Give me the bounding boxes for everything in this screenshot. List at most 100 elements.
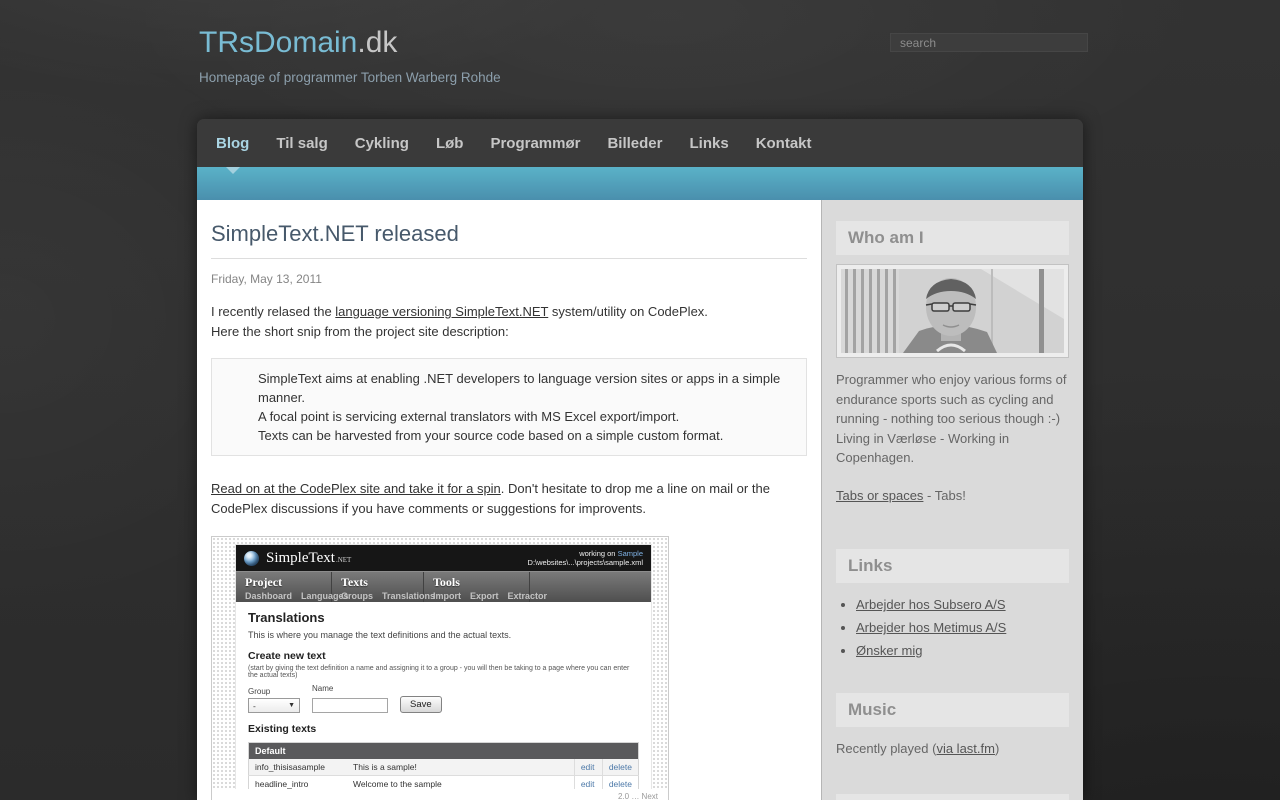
app-menu-texts: Texts Groups Translations: [332, 572, 435, 602]
quote-line: A focal point is servicing external tran…: [258, 409, 680, 424]
quote-line: Texts can be harvested from your source …: [258, 428, 724, 443]
simpletext-codeplex-link[interactable]: language versioning SimpleText.NET: [335, 304, 548, 319]
app-save-button: Save: [400, 696, 442, 713]
table-row: headline_intro Welcome to the sample edit d…: [248, 775, 639, 789]
site-title-suffix: .dk: [357, 26, 398, 59]
read-on-paragraph: Read on at the CodePlex site and take it…: [211, 479, 807, 518]
main-nav: Blog Til salg Cykling Løb Programmør Billeder…: [197, 119, 1083, 167]
app-menu-project: Project Dashboard Languages: [236, 572, 349, 602]
app-brand: SimpleText.NET: [266, 549, 352, 566]
app-name-label: Name: [312, 684, 334, 693]
project-description-quote: SimpleText aims at enabling .NET develop…: [211, 358, 807, 456]
site-tagline: Homepage of programmer Torben Warberg Ro…: [199, 70, 501, 85]
app-page-desc: This is where you manage the text defini…: [248, 630, 512, 640]
app-texts-table-body: info_thisisasample This is a sample! edit d…: [248, 759, 639, 789]
nav-item-til-salg[interactable]: Til salg: [276, 135, 327, 152]
blog-post: SimpleText.NET released Friday, May 13, …: [197, 200, 822, 800]
site-title[interactable]: TRsDomain.dk: [199, 26, 501, 60]
sidebar-link-nsker-mig[interactable]: Ønsker mig: [856, 643, 922, 658]
portrait-photo-image: [841, 269, 1064, 353]
whoami-heading: Who am I: [836, 221, 1069, 255]
tabs-or-spaces-line: Tabs or spaces - Tabs!: [836, 487, 966, 503]
text-value-cell: This is a sample!: [347, 759, 575, 776]
screenshot-footer-fragment: 2.0 … Next: [617, 792, 658, 800]
app-create-heading: Create new text: [248, 650, 326, 662]
app-menu-item-import: Import: [433, 591, 461, 601]
site-title-primary: TRsDomain: [199, 26, 358, 59]
lastfm-link[interactable]: via last.fm: [936, 741, 995, 756]
app-group-label: Group: [248, 687, 271, 696]
post-date: Friday, May 13, 2011: [211, 272, 322, 286]
app-file-path: D:\websites\...\projects\sample.xml: [527, 558, 643, 567]
app-texts-table: Default info_thisisasample This is a samp…: [248, 742, 639, 789]
app-sample-link: Sample: [617, 548, 643, 558]
app-table-group-header: Default: [248, 742, 639, 759]
app-menu-item-groups: Groups: [341, 591, 374, 601]
site-container: Blog Til salg Cykling Løb Programmør Billeder…: [197, 119, 1083, 800]
select-arrow-icon: ▼: [288, 702, 295, 709]
app-create-form: Group - ▼ Name Save: [248, 684, 639, 713]
music-heading: Music: [836, 693, 1069, 727]
post-title: SimpleText.NET released: [211, 221, 459, 246]
sidebar-link-arbejder-hos-metimus-a-s[interactable]: Arbejder hos Metimus A/S: [856, 620, 1006, 635]
edit-cell: edit: [573, 775, 603, 789]
text-key-cell: info_thisisasample: [248, 759, 348, 776]
table-row: info_thisisasample This is a sample! edit d…: [248, 759, 639, 776]
text-key-cell: headline_intro: [248, 775, 348, 789]
text-value-cell: Welcome to the sample: [347, 775, 575, 789]
post-intro: I recently relased the language versioni…: [211, 302, 807, 341]
app-screenshot: SimpleText.NET working on Sample D:\webs…: [236, 545, 651, 789]
list-item: Arbejder hos Subsero A/S: [856, 596, 1069, 613]
screenshot-texture: SimpleText.NET working on Sample D:\webs…: [212, 537, 668, 789]
content-area: SimpleText.NET released Friday, May 13, …: [197, 200, 1083, 800]
tabs-or-spaces-link[interactable]: Tabs or spaces: [836, 488, 923, 503]
edit-link: edit: [580, 779, 595, 789]
nav-item-kontakt[interactable]: Kontakt: [756, 135, 812, 152]
intro-text-pre: I recently relased the: [211, 304, 336, 319]
delete-cell: delete: [601, 775, 639, 789]
app-existing-heading: Existing texts: [248, 723, 317, 735]
list-item: Arbejder hos Metimus A/S: [856, 619, 1069, 636]
app-menu-title: Texts: [341, 575, 368, 589]
nav-item-l-b[interactable]: Løb: [436, 135, 464, 152]
blog-heading: Blog: [836, 793, 1069, 800]
title-divider: [211, 258, 807, 259]
list-item: Ønsker mig: [856, 642, 1069, 659]
nav-item-cykling[interactable]: Cykling: [355, 135, 409, 152]
active-tab-pointer-icon: [226, 167, 240, 174]
app-menu-title: Project: [245, 575, 283, 589]
intro-line2: Here the short snip from the project sit…: [211, 323, 509, 339]
delete-cell: delete: [601, 759, 639, 776]
site-header: TRsDomain.dk Homepage of programmer Torb…: [199, 26, 501, 85]
nav-item-billeder[interactable]: Billeder: [607, 135, 662, 152]
intro-text-post: system/utility on CodePlex.: [548, 304, 708, 319]
app-menu-tools: Tools Import Export Extractor: [424, 572, 547, 602]
sidebar: Who am I Programmer who enjoy various fo…: [822, 200, 1083, 800]
app-create-note: (start by giving the text definition a n…: [248, 665, 630, 679]
nav-item-links[interactable]: Links: [690, 135, 729, 152]
delete-link: delete: [608, 762, 632, 772]
app-name-input: [312, 697, 388, 713]
sidebar-links-list: Arbejder hos Subsero A/S Arbejder hos Met…: [836, 596, 1069, 659]
recently-played-line: Recently played (via last.fm): [836, 741, 1000, 756]
app-menu-title: Tools: [433, 575, 460, 589]
app-menu: Project Dashboard Languages Texts Groups Tran…: [236, 571, 651, 602]
edit-cell: edit: [573, 759, 603, 776]
nav-item-blog[interactable]: Blog: [216, 135, 249, 152]
delete-link: delete: [608, 779, 632, 789]
search-input[interactable]: [890, 33, 1088, 52]
read-on-codeplex-link[interactable]: Read on at the CodePlex site and take it…: [211, 481, 501, 496]
app-page-title: Translations: [248, 610, 325, 625]
app-working-on: working on Sample D:\websites\...\projec…: [527, 548, 643, 568]
app-body: Translations This is where you manage th…: [236, 602, 651, 789]
sidebar-link-arbejder-hos-subsero-a-s[interactable]: Arbejder hos Subsero A/S: [856, 597, 1006, 612]
embedded-screenshot[interactable]: SimpleText.NET working on Sample D:\webs…: [211, 536, 669, 800]
quote-line: SimpleText aims at enabling .NET develop…: [258, 371, 781, 405]
nav-item-programm-r[interactable]: Programmør: [490, 135, 580, 152]
app-header: SimpleText.NET working on Sample D:\webs…: [236, 545, 651, 571]
edit-link: edit: [580, 762, 595, 772]
app-menu-filler: [530, 572, 651, 602]
globe-icon: [244, 550, 259, 566]
links-heading: Links: [836, 549, 1069, 583]
app-menu-item-dashboard: Dashboard: [245, 591, 293, 601]
